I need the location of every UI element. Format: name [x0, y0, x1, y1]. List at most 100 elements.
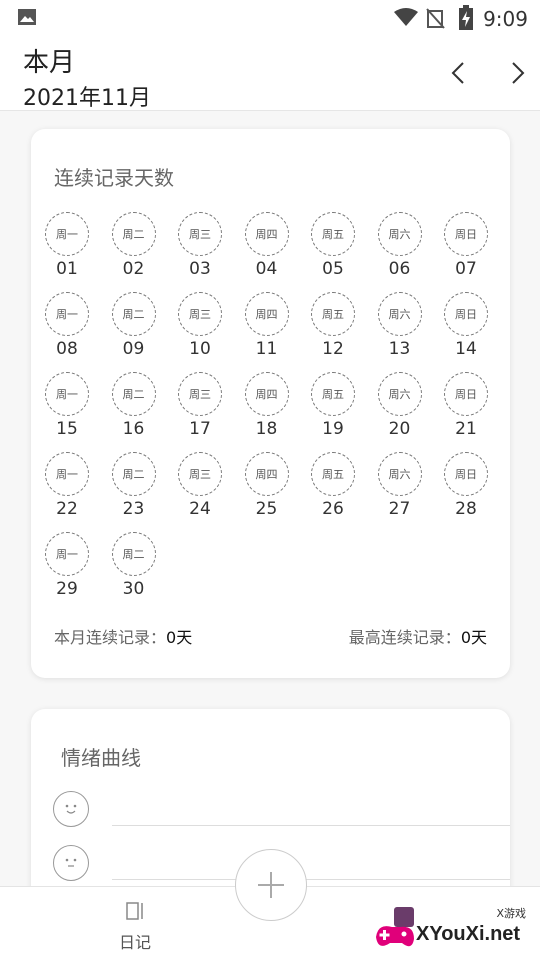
- diary-icon: [126, 902, 143, 920]
- day-weekday-circle: 周六: [377, 372, 422, 416]
- day-weekday-circle: 周二: [111, 212, 156, 256]
- day-date: 02: [122, 259, 145, 279]
- day-cell[interactable]: 周二 09: [111, 292, 157, 359]
- neutral-face-icon: [53, 845, 89, 881]
- day-cell[interactable]: 周六 27: [377, 452, 423, 519]
- day-date: 09: [122, 339, 145, 359]
- day-weekday-circle: 周二: [111, 372, 156, 416]
- day-cell[interactable]: 周五 12: [310, 292, 356, 359]
- day-weekday-circle: 周五: [311, 212, 355, 256]
- day-weekday-circle: 周一: [45, 372, 89, 416]
- day-cell[interactable]: 周一 29: [44, 532, 90, 599]
- gallery-icon: [18, 9, 36, 25]
- day-weekday-circle: 周五: [311, 452, 355, 496]
- add-entry-button[interactable]: [235, 849, 307, 921]
- chevron-left-icon: [451, 62, 464, 84]
- day-weekday-circle: 周日: [444, 212, 488, 256]
- day-weekday-circle: 周四: [244, 452, 289, 496]
- day-date: 27: [388, 499, 411, 519]
- day-date: 30: [122, 579, 145, 599]
- day-weekday-circle: 周日: [444, 452, 488, 496]
- day-weekday-circle: 周一: [45, 292, 89, 336]
- day-weekday-circle: 周二: [111, 452, 156, 496]
- day-cell[interactable]: 周二 30: [111, 532, 157, 599]
- day-date: 24: [189, 499, 211, 519]
- day-date: 25: [255, 499, 278, 519]
- day-date: 04: [255, 259, 278, 279]
- day-cell[interactable]: 周一 08: [44, 292, 90, 359]
- battery-charging-icon: [459, 5, 473, 30]
- day-cell[interactable]: 周日 14: [443, 292, 489, 359]
- day-cell[interactable]: 周六 13: [377, 292, 423, 359]
- day-date: 15: [56, 419, 78, 439]
- day-date: 20: [388, 419, 411, 439]
- day-date: 05: [322, 259, 344, 279]
- day-weekday-circle: 周五: [311, 292, 355, 336]
- day-weekday-circle: 周二: [111, 292, 156, 336]
- day-cell[interactable]: 周三 24: [177, 452, 223, 519]
- day-date: 17: [189, 419, 211, 439]
- day-weekday-circle: 周四: [244, 212, 289, 256]
- tab-diary-label: 日记: [118, 933, 151, 952]
- day-cell[interactable]: 周五 19: [310, 372, 356, 439]
- day-weekday-circle: 周六: [377, 292, 422, 336]
- day-cell[interactable]: 周三 10: [177, 292, 223, 359]
- mood-gridline: [112, 825, 510, 826]
- day-weekday-circle: 周四: [244, 292, 289, 336]
- day-date: 19: [322, 419, 344, 439]
- day-date: 03: [189, 259, 211, 279]
- day-cell[interactable]: 周三 03: [177, 212, 223, 279]
- prev-month-button[interactable]: [443, 58, 473, 88]
- day-date: 11: [255, 339, 278, 359]
- day-cell[interactable]: 周四 11: [244, 292, 290, 359]
- best-streak: 最高连续记录：0天: [349, 624, 487, 648]
- day-date: 26: [322, 499, 344, 519]
- day-cell[interactable]: 周六 06: [377, 212, 423, 279]
- day-date: 13: [388, 339, 411, 359]
- mood-gridline: [112, 879, 510, 880]
- day-cell[interactable]: 周四 04: [244, 212, 290, 279]
- day-cell[interactable]: 周一 01: [44, 212, 90, 279]
- day-cell[interactable]: 周五 26: [310, 452, 356, 519]
- month-streak-label: 本月连续记录：: [54, 628, 167, 647]
- day-weekday-circle: 周二: [111, 532, 156, 576]
- day-date: 21: [455, 419, 477, 439]
- day-date: 01: [56, 259, 78, 279]
- streak-card-title: 连续记录天数: [54, 166, 174, 190]
- day-cell[interactable]: 周四 18: [244, 372, 290, 439]
- day-date: 14: [455, 339, 477, 359]
- mood-card-title: 情绪曲线: [61, 746, 141, 770]
- day-weekday-circle: 周日: [444, 372, 488, 416]
- wifi-icon: [394, 8, 418, 26]
- streak-card: 连续记录天数 周一 01 周二 02 周三 03 周四 04 周五 05 周六 06 周日 07 周一 08 周…: [31, 129, 510, 678]
- day-cell[interactable]: 周日 21: [443, 372, 489, 439]
- day-cell[interactable]: 周日 28: [443, 452, 489, 519]
- day-cell[interactable]: 周二 16: [111, 372, 157, 439]
- day-weekday-circle: 周六: [377, 212, 422, 256]
- day-cell[interactable]: 周日 07: [443, 212, 489, 279]
- day-cell[interactable]: 周一 22: [44, 452, 90, 519]
- day-date: 16: [122, 419, 145, 439]
- next-month-button[interactable]: [503, 58, 533, 88]
- tab-diary[interactable]: 日记: [105, 901, 165, 953]
- day-cell[interactable]: 周二 02: [111, 212, 157, 279]
- best-streak-label: 最高连续记录：: [348, 628, 461, 647]
- day-date: 23: [122, 499, 145, 519]
- month-label: 2021年11月: [23, 86, 151, 111]
- day-weekday-circle: 周四: [244, 372, 289, 416]
- best-streak-value: 0天: [460, 628, 487, 647]
- happy-face-icon: [53, 791, 89, 827]
- day-date: 18: [255, 419, 278, 439]
- day-weekday-circle: 周一: [45, 452, 89, 496]
- day-weekday-circle: 周六: [377, 452, 422, 496]
- day-weekday-circle: 周一: [45, 532, 89, 576]
- day-cell[interactable]: 周二 23: [111, 452, 157, 519]
- day-cell[interactable]: 周五 05: [310, 212, 356, 279]
- day-cell[interactable]: 周六 20: [377, 372, 423, 439]
- day-cell[interactable]: 周一 15: [44, 372, 90, 439]
- day-date: 07: [455, 259, 477, 279]
- day-weekday-circle: 周一: [45, 212, 89, 256]
- watermark: X游戏 XYouXi.net: [370, 895, 540, 957]
- day-cell[interactable]: 周四 25: [244, 452, 290, 519]
- day-cell[interactable]: 周三 17: [177, 372, 223, 439]
